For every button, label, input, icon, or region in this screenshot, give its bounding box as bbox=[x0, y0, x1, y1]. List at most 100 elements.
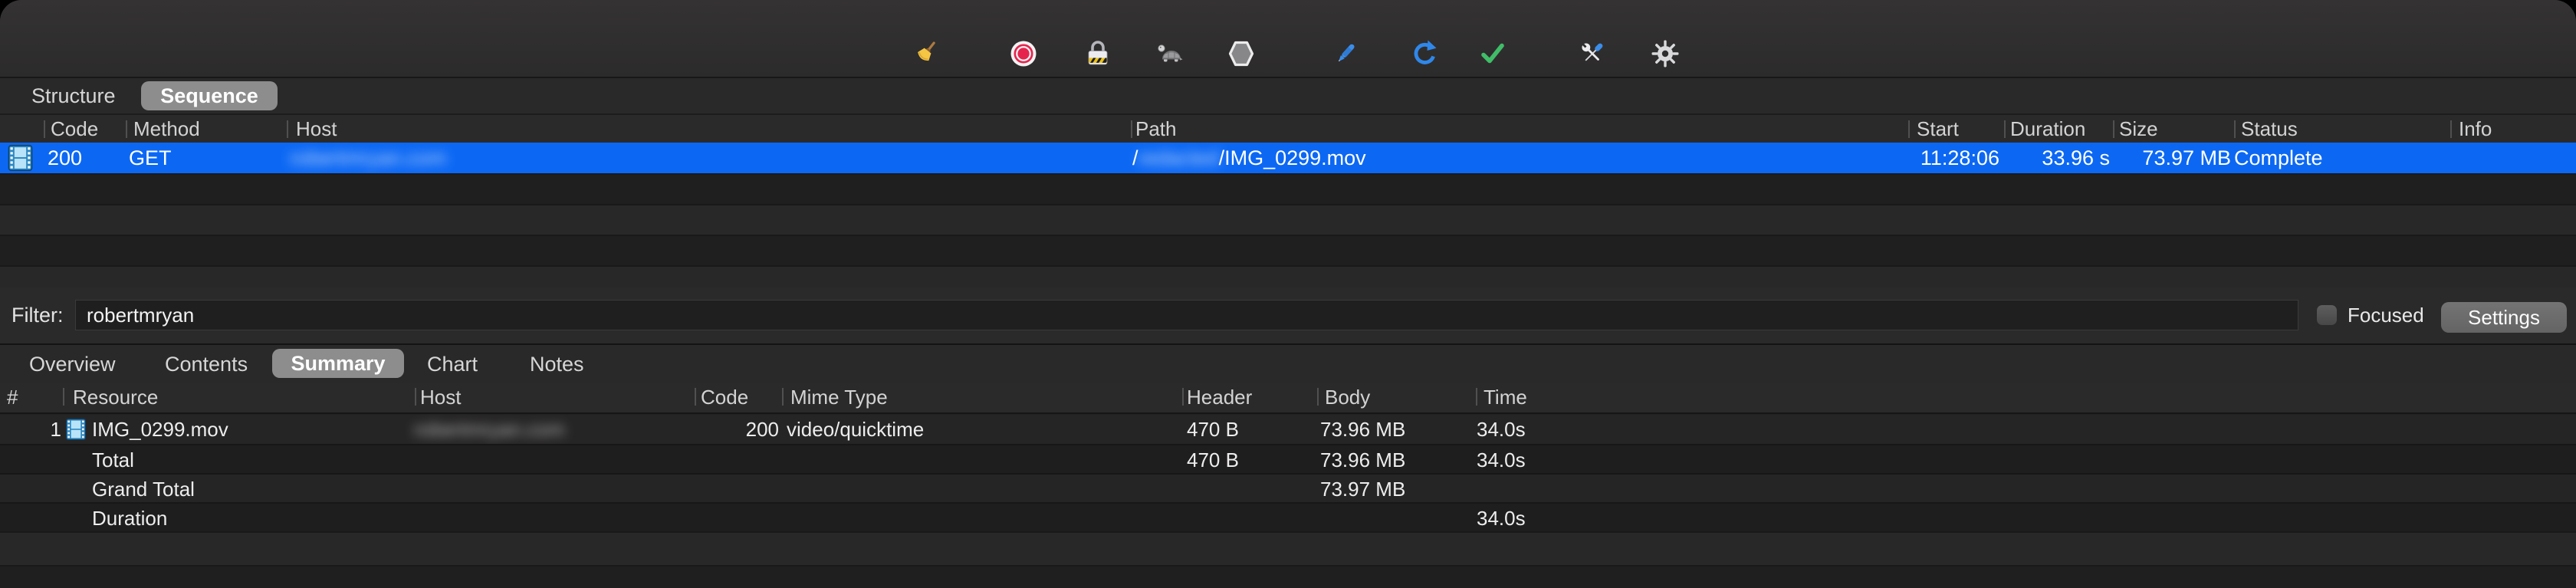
repeat-icon[interactable] bbox=[1408, 38, 1439, 69]
col-separator[interactable] bbox=[2004, 120, 2006, 138]
filter-bar: Filter: Focused Settings bbox=[0, 287, 2576, 343]
ssl-proxying-lock-icon[interactable] bbox=[1083, 38, 1113, 69]
col-header-header[interactable]: Header bbox=[1187, 383, 1252, 412]
view-tab-bar bbox=[0, 78, 2576, 113]
summary-row-resource[interactable]: 1 IMG_0299.mov robertmryan.com 200 video… bbox=[0, 415, 2576, 444]
sequence-table-header: Code Method Host Path Start Duration Siz… bbox=[0, 115, 2576, 143]
summary-row-grand-total[interactable]: Grand Total 73.97 MB bbox=[0, 473, 2576, 502]
path-redacted: redacted bbox=[1138, 146, 1219, 169]
record-icon[interactable] bbox=[1008, 38, 1039, 69]
col-header-code[interactable]: Code bbox=[51, 115, 98, 143]
cell-resource: IMG_0299.mov bbox=[92, 418, 228, 441]
cell-label: Total bbox=[92, 448, 134, 471]
path-prefix: / bbox=[1132, 146, 1138, 169]
focused-checkbox[interactable] bbox=[2317, 305, 2337, 325]
cell-duration: 33.96 s bbox=[2042, 146, 2110, 169]
col-header-resource[interactable]: Resource bbox=[73, 383, 158, 412]
col-separator[interactable] bbox=[44, 120, 45, 138]
empty-row-stripe bbox=[0, 531, 2576, 565]
tab-summary[interactable]: Summary bbox=[272, 349, 404, 378]
settings-button[interactable]: Settings bbox=[2441, 302, 2567, 333]
cell-time: 34.0s bbox=[1477, 448, 1526, 471]
tab-structure[interactable]: Structure bbox=[31, 78, 116, 113]
col-separator[interactable] bbox=[287, 120, 288, 138]
cell-start: 11:28:06 bbox=[1920, 146, 1999, 169]
settings-button-label: Settings bbox=[2468, 306, 2540, 329]
movie-file-icon bbox=[66, 419, 86, 444]
col-header-duration[interactable]: Duration bbox=[2010, 115, 2085, 143]
cell-status: Complete bbox=[2234, 146, 2323, 169]
col-header-num[interactable]: # bbox=[7, 383, 18, 412]
cell-method: GET bbox=[129, 146, 172, 169]
tab-notes[interactable]: Notes bbox=[530, 347, 584, 382]
empty-row-stripe bbox=[0, 565, 2576, 588]
col-header-info[interactable]: Info bbox=[2459, 115, 2492, 143]
col-header-status[interactable]: Status bbox=[2241, 115, 2298, 143]
cell-code: 200 bbox=[745, 418, 779, 441]
col-separator[interactable] bbox=[63, 388, 64, 406]
cell-header-size: 470 B bbox=[1187, 418, 1239, 441]
clear-broom-icon[interactable] bbox=[910, 38, 941, 69]
summary-row-total[interactable]: Total 470 B 73.96 MB 34.0s bbox=[0, 444, 2576, 473]
summary-row-duration[interactable]: Duration 34.0s bbox=[0, 502, 2576, 531]
path-file: /IMG_0299.mov bbox=[1218, 146, 1366, 169]
col-header-body[interactable]: Body bbox=[1325, 383, 1370, 412]
validate-check-icon[interactable] bbox=[1477, 38, 1508, 69]
col-header-method[interactable]: Method bbox=[133, 115, 200, 143]
cell-num: 1 bbox=[50, 418, 61, 441]
col-separator[interactable] bbox=[2450, 120, 2452, 138]
empty-row-stripe bbox=[0, 204, 2576, 235]
throttle-turtle-icon[interactable] bbox=[1155, 38, 1186, 69]
col-header-mime[interactable]: Mime Type bbox=[790, 383, 888, 412]
col-separator[interactable] bbox=[415, 388, 416, 406]
cell-time: 34.0s bbox=[1477, 418, 1526, 441]
cell-size: 73.97 MB bbox=[2142, 146, 2231, 169]
col-separator[interactable] bbox=[1908, 120, 1910, 138]
request-row-selected[interactable]: 200 GET robertmryan.com /redacted/IMG_02… bbox=[0, 143, 2576, 173]
col-separator[interactable] bbox=[126, 120, 127, 138]
col-separator[interactable] bbox=[1131, 120, 1132, 138]
settings-gear-icon[interactable] bbox=[1650, 38, 1681, 69]
col-separator[interactable] bbox=[2113, 120, 2114, 138]
cell-host-redacted: robertmryan.com bbox=[290, 146, 447, 169]
filter-input[interactable] bbox=[75, 300, 2298, 330]
col-separator[interactable] bbox=[782, 388, 784, 406]
cell-body-size: 73.96 MB bbox=[1320, 448, 1406, 471]
tab-summary-label: Summary bbox=[291, 352, 386, 375]
tab-chart[interactable]: Chart bbox=[427, 347, 478, 382]
tab-overview[interactable]: Overview bbox=[29, 347, 116, 382]
charles-proxy-window: Structure Sequence Code Method Host Path… bbox=[0, 0, 2576, 588]
main-toolbar bbox=[0, 0, 2576, 77]
compose-pen-icon[interactable] bbox=[1330, 38, 1361, 69]
cell-header-size: 470 B bbox=[1187, 448, 1239, 471]
col-separator[interactable] bbox=[1182, 388, 1184, 406]
cell-body-size: 73.97 MB bbox=[1320, 478, 1406, 501]
cell-mime-type: video/quicktime bbox=[787, 418, 925, 441]
focused-label: Focused bbox=[2348, 304, 2424, 327]
empty-row-stripe bbox=[0, 173, 2576, 204]
cell-body-size: 73.96 MB bbox=[1320, 418, 1406, 441]
col-header-time[interactable]: Time bbox=[1484, 383, 1527, 412]
col-header-path[interactable]: Path bbox=[1135, 115, 1177, 143]
col-separator[interactable] bbox=[2234, 120, 2236, 138]
movie-file-icon bbox=[8, 145, 33, 175]
breakpoints-hexagon-icon[interactable] bbox=[1226, 38, 1257, 69]
tab-sequence[interactable]: Sequence bbox=[141, 81, 278, 110]
tab-sequence-label: Sequence bbox=[160, 84, 258, 107]
cell-code: 200 bbox=[48, 146, 83, 169]
col-separator[interactable] bbox=[1317, 388, 1319, 406]
col-header-size[interactable]: Size bbox=[2119, 115, 2158, 143]
col-header-start[interactable]: Start bbox=[1917, 115, 1959, 143]
summary-table-header: # Resource Host Code Mime Type Header Bo… bbox=[0, 383, 2576, 414]
col-header-host[interactable]: Host bbox=[420, 383, 461, 412]
col-header-code[interactable]: Code bbox=[701, 383, 748, 412]
cell-path: /redacted/IMG_0299.mov bbox=[1132, 143, 1366, 173]
tab-contents[interactable]: Contents bbox=[165, 347, 248, 382]
cell-label: Grand Total bbox=[92, 478, 195, 501]
tools-icon[interactable] bbox=[1577, 38, 1608, 69]
cell-host-redacted: robertmryan.com bbox=[414, 418, 565, 441]
col-separator[interactable] bbox=[695, 388, 696, 406]
col-header-host[interactable]: Host bbox=[296, 115, 337, 143]
cell-time: 34.0s bbox=[1477, 507, 1526, 530]
col-separator[interactable] bbox=[1476, 388, 1477, 406]
